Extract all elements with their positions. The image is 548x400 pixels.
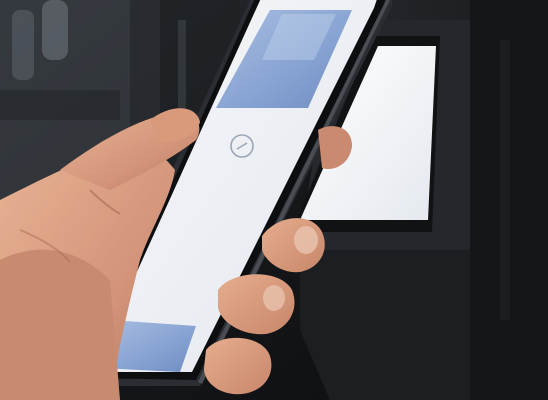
photo-scene: [0, 0, 548, 400]
photo-illustration: [0, 0, 548, 400]
finger-lower: [204, 337, 272, 395]
